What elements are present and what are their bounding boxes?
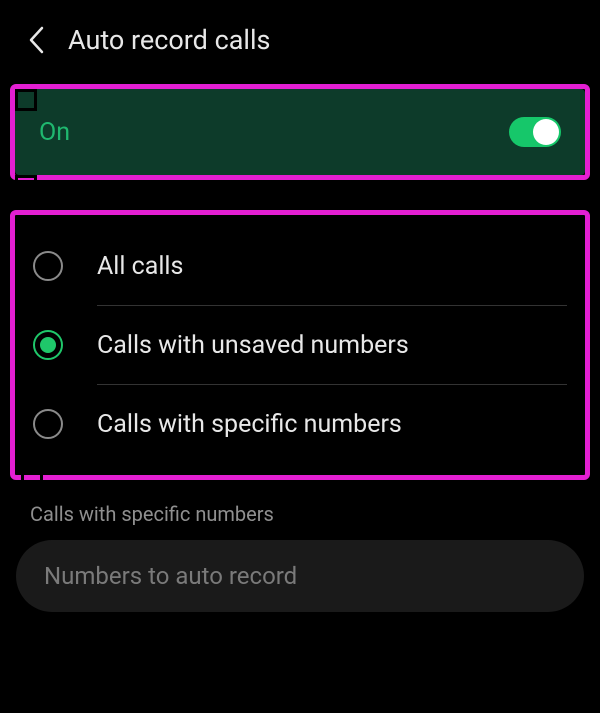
radio-icon: [33, 330, 63, 360]
header: Auto record calls: [0, 0, 600, 76]
toggle-highlight-frame: On: [10, 84, 590, 180]
radio-icon: [33, 409, 63, 439]
radio-icon: [33, 251, 63, 281]
page-title: Auto record calls: [68, 24, 270, 56]
radio-option-unsaved-numbers[interactable]: Calls with unsaved numbers: [21, 306, 579, 384]
radio-label: Calls with unsaved numbers: [97, 331, 409, 360]
radio-dot-icon: [40, 337, 56, 353]
numbers-input[interactable]: Numbers to auto record: [16, 540, 584, 612]
numbers-input-placeholder: Numbers to auto record: [44, 562, 297, 590]
radio-label: Calls with specific numbers: [97, 410, 402, 439]
toggle-label: On: [39, 118, 70, 147]
radio-option-all-calls[interactable]: All calls: [21, 227, 579, 305]
options-highlight-frame: All calls Calls with unsaved numbers Cal…: [10, 210, 590, 480]
back-icon[interactable]: [28, 26, 44, 54]
specific-numbers-section-label: Calls with specific numbers: [0, 480, 600, 540]
toggle-switch[interactable]: [509, 117, 561, 147]
radio-option-specific-numbers[interactable]: Calls with specific numbers: [21, 385, 579, 463]
radio-label: All calls: [97, 252, 183, 281]
toggle-knob: [533, 119, 559, 145]
master-toggle-row[interactable]: On: [15, 89, 585, 175]
